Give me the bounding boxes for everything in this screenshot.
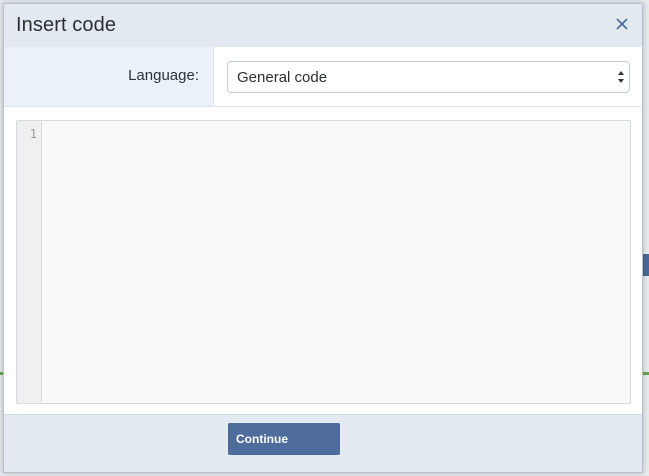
dialog-footer: Continue <box>4 414 642 472</box>
dialog-title: Insert code <box>16 14 117 36</box>
code-editor[interactable]: 1 <box>16 120 631 404</box>
insert-code-dialog: Insert code Language: General code 1 Con… <box>3 3 643 473</box>
line-number: 1 <box>29 127 37 141</box>
close-icon <box>616 18 628 30</box>
editor-gutter: 1 <box>17 121 42 403</box>
select-arrows-icon <box>618 71 624 83</box>
language-select-value: General code <box>237 69 328 86</box>
language-select[interactable]: General code <box>227 61 630 93</box>
language-label-cell: Language: <box>4 47 214 106</box>
close-button[interactable] <box>612 14 632 34</box>
language-row: Language: General code <box>4 47 642 107</box>
continue-button[interactable]: Continue <box>228 423 340 455</box>
continue-button-label: Continue <box>236 432 288 446</box>
dialog-header: Insert code <box>4 4 642 48</box>
language-label: Language: <box>128 67 199 84</box>
